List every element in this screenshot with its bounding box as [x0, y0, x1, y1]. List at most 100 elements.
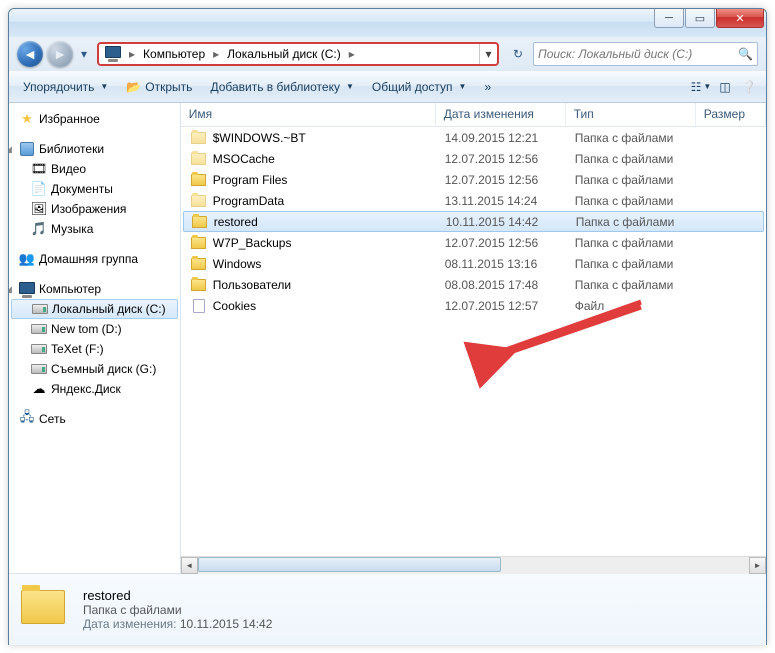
file-row[interactable]: Windows08.11.2015 13:16Папка с файлами — [181, 253, 766, 274]
sidebar-item-drive-d[interactable]: New tom (D:) — [9, 319, 180, 339]
details-type: Папка с файлами — [83, 603, 272, 617]
sidebar-libraries[interactable]: ◢Библиотеки — [9, 139, 180, 159]
share-button[interactable]: Общий доступ▼ — [364, 77, 475, 97]
refresh-button[interactable]: ↻ — [507, 43, 529, 65]
address-bar[interactable]: ▸ Компьютер ▸ Локальный диск (C:) ▸ ▾ — [97, 42, 499, 66]
folder-icon — [191, 130, 207, 146]
file-name: ProgramData — [213, 194, 445, 208]
file-type: Файл — [575, 299, 705, 313]
sidebar-item-images[interactable]: 🖼Изображения — [9, 199, 180, 219]
drive-icon — [31, 324, 47, 334]
music-icon: 🎵 — [31, 221, 47, 237]
nav-row: ◄ ► ▾ ▸ Компьютер ▸ Локальный диск (C:) … — [9, 37, 766, 71]
network-icon: 🖧 — [19, 411, 35, 427]
folder-icon — [191, 277, 207, 293]
sidebar-item-video[interactable]: 🎞Видео — [9, 159, 180, 179]
file-name: MSOCache — [213, 152, 445, 166]
minimize-button[interactable]: ─ — [654, 9, 684, 28]
sidebar-homegroup[interactable]: 👥Домашняя группа — [9, 249, 180, 269]
details-date: 10.11.2015 14:42 — [180, 617, 273, 631]
search-input[interactable] — [538, 47, 738, 61]
address-dropdown[interactable]: ▾ — [479, 44, 497, 64]
breadcrumb-computer[interactable]: Компьютер — [137, 44, 211, 64]
file-name: $WINDOWS.~BT — [213, 131, 445, 145]
sidebar-item-drive-f[interactable]: TeXet (F:) — [9, 339, 180, 359]
file-icon — [191, 298, 207, 314]
scroll-thumb[interactable] — [198, 557, 501, 572]
details-date-label: Дата изменения: — [83, 617, 177, 631]
file-row[interactable]: ProgramData13.11.2015 14:24Папка с файла… — [181, 190, 766, 211]
details-name: restored — [83, 588, 272, 603]
star-icon: ★ — [19, 111, 35, 127]
file-type: Папка с файлами — [575, 257, 705, 271]
video-icon: 🎞 — [31, 161, 47, 177]
preview-pane-button[interactable]: ◫ — [714, 76, 736, 98]
forward-button[interactable]: ► — [47, 41, 73, 67]
close-button[interactable]: ✕ — [716, 9, 764, 28]
folder-icon — [191, 172, 207, 188]
file-row[interactable]: MSOCache12.07.2015 12:56Папка с файлами — [181, 148, 766, 169]
file-type: Папка с файлами — [576, 215, 706, 229]
sidebar-item-drive-g[interactable]: Съемный диск (G:) — [9, 359, 180, 379]
breadcrumb-sep-icon: ▸ — [211, 47, 221, 61]
scroll-left-button[interactable]: ◄ — [181, 557, 198, 574]
folder-icon — [191, 193, 207, 209]
collapse-icon[interactable]: ◢ — [9, 144, 15, 155]
more-button[interactable]: » — [476, 77, 499, 97]
open-button[interactable]: 📂Открыть — [118, 77, 200, 97]
scroll-right-button[interactable]: ► — [749, 557, 766, 574]
back-button[interactable]: ◄ — [17, 41, 43, 67]
file-type: Папка с файлами — [575, 131, 705, 145]
add-library-button[interactable]: Добавить в библиотеку▼ — [202, 77, 361, 97]
breadcrumb-drive[interactable]: Локальный диск (C:) — [221, 44, 347, 64]
titlebar[interactable]: ─ ▭ ✕ — [9, 9, 766, 37]
content-pane: Имя Дата изменения Тип Размер $WINDOWS.~… — [181, 103, 766, 573]
sidebar-item-yandex[interactable]: ☁Яндекс.Диск — [9, 379, 180, 399]
drive-icon — [32, 304, 48, 314]
view-button[interactable]: ☷▼ — [690, 76, 712, 98]
file-type: Папка с файлами — [575, 152, 705, 166]
horizontal-scrollbar[interactable]: ◄ ► — [181, 556, 766, 573]
drive-icon — [31, 344, 47, 354]
sidebar-item-documents[interactable]: 📄Документы — [9, 179, 180, 199]
file-date: 12.07.2015 12:56 — [445, 236, 575, 250]
file-row[interactable]: Cookies12.07.2015 12:57Файл — [181, 295, 766, 316]
sidebar-item-drive-c[interactable]: Локальный диск (C:) — [11, 299, 178, 319]
history-dropdown[interactable]: ▾ — [77, 44, 91, 64]
organize-button[interactable]: Упорядочить▼ — [15, 77, 116, 97]
column-date[interactable]: Дата изменения — [436, 103, 566, 126]
maximize-button[interactable]: ▭ — [685, 9, 715, 28]
file-list[interactable]: $WINDOWS.~BT14.09.2015 12:21Папка с файл… — [181, 127, 766, 556]
file-type: Папка с файлами — [575, 236, 705, 250]
sidebar-item-music[interactable]: 🎵Музыка — [9, 219, 180, 239]
library-icon — [20, 142, 34, 156]
search-box[interactable]: 🔍 — [533, 42, 758, 66]
help-button[interactable]: ❔ — [738, 76, 760, 98]
file-row[interactable]: W7P_Backups12.07.2015 12:56Папка с файла… — [181, 232, 766, 253]
folder-icon — [191, 235, 207, 251]
toolbar: Упорядочить▼ 📂Открыть Добавить в библиот… — [9, 71, 766, 103]
body: ★Избранное ◢Библиотеки 🎞Видео 📄Документы… — [9, 103, 766, 573]
file-date: 12.07.2015 12:56 — [445, 173, 575, 187]
column-name[interactable]: Имя — [181, 103, 436, 126]
folder-icon — [191, 151, 207, 167]
file-row[interactable]: restored10.11.2015 14:42Папка с файлами — [183, 211, 764, 232]
sidebar-favorites[interactable]: ★Избранное — [9, 109, 180, 129]
scroll-track[interactable] — [198, 557, 749, 574]
file-row[interactable]: Program Files12.07.2015 12:56Папка с фай… — [181, 169, 766, 190]
sidebar-network[interactable]: 🖧Сеть — [9, 409, 180, 429]
file-row[interactable]: Пользователи08.08.2015 17:48Папка с файл… — [181, 274, 766, 295]
file-date: 08.08.2015 17:48 — [445, 278, 575, 292]
file-type: Папка с файлами — [575, 173, 705, 187]
computer-icon — [105, 46, 121, 60]
file-name: Cookies — [213, 299, 445, 313]
file-date: 10.11.2015 14:42 — [446, 215, 576, 229]
drive-icon — [31, 364, 47, 374]
file-type: Папка с файлами — [575, 194, 705, 208]
file-row[interactable]: $WINDOWS.~BT14.09.2015 12:21Папка с файл… — [181, 127, 766, 148]
column-type[interactable]: Тип — [566, 103, 696, 126]
sidebar-computer[interactable]: ◢Компьютер — [9, 279, 180, 299]
column-size[interactable]: Размер — [696, 103, 766, 126]
search-icon[interactable]: 🔍 — [738, 47, 753, 61]
collapse-icon[interactable]: ◢ — [9, 284, 15, 295]
